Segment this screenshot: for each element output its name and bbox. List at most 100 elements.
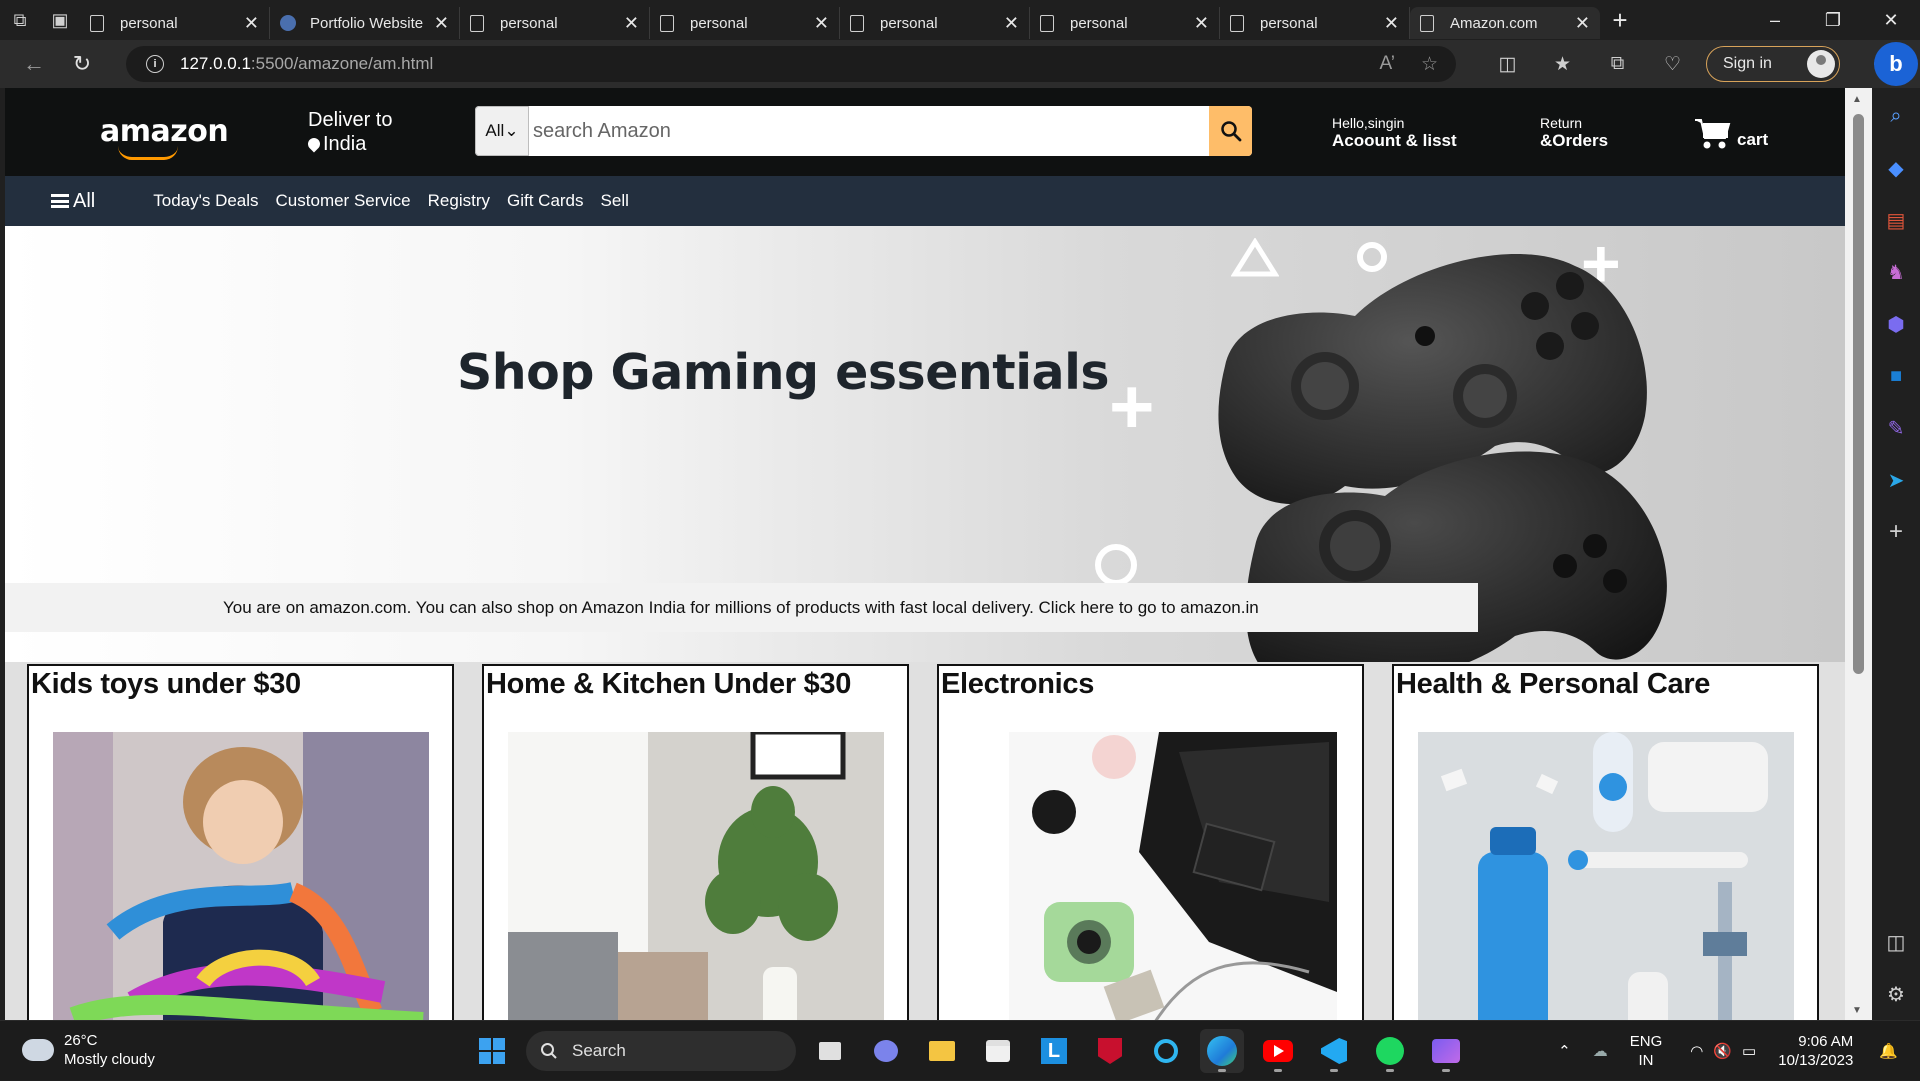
refresh-icon[interactable]: ↻ (58, 44, 106, 84)
clipchamp-icon[interactable] (1424, 1029, 1468, 1073)
scrollbar-thumb[interactable] (1853, 114, 1864, 674)
nav-link-registry[interactable]: Registry (428, 191, 490, 211)
input-language[interactable]: ENG IN (1630, 1032, 1663, 1070)
speaker-muted-icon[interactable]: 🔇 (1713, 1042, 1732, 1060)
settings-gear-icon[interactable]: ⚙ (1872, 968, 1920, 1020)
hero-banner[interactable]: Shop Gaming essentials + + + You ar (5, 226, 1845, 662)
search-button[interactable] (1209, 106, 1252, 156)
scroll-up-icon[interactable]: ▲ (1852, 94, 1862, 105)
restore-button[interactable]: ❐ (1804, 0, 1862, 40)
spotify-icon[interactable] (1368, 1029, 1412, 1073)
all-menu-button[interactable]: All (51, 190, 95, 213)
edge-browser-icon[interactable] (1200, 1029, 1244, 1073)
collections-icon[interactable]: ⧉ (1590, 46, 1645, 82)
browser-tab[interactable]: personal ✕ (840, 7, 1030, 39)
start-button[interactable] (470, 1029, 514, 1073)
locale-notice[interactable]: You are on amazon.com. You can also shop… (5, 583, 1478, 632)
windows-taskbar: 26°C Mostly cloudy Search L ⌃ ☁ ENG IN ◠… (0, 1020, 1920, 1080)
browser-tab[interactable]: Amazon.com ✕ (1410, 7, 1600, 39)
sidebar-search-icon[interactable]: ⌕ (1872, 90, 1920, 142)
cart-link[interactable]: cart (1693, 116, 1768, 150)
category-card-kids-toys[interactable]: Kids toys under $30 (27, 664, 454, 1020)
browser-tab[interactable]: personal ✕ (650, 7, 840, 39)
close-tab-icon[interactable]: ✕ (1575, 13, 1590, 34)
browser-tab[interactable]: personal ✕ (80, 7, 270, 39)
returns-orders-link[interactable]: Return &Orders (1540, 114, 1608, 150)
bing-copilot-icon[interactable]: b (1874, 42, 1918, 86)
split-screen-icon[interactable]: ◫ (1480, 46, 1535, 82)
close-tab-icon[interactable]: ✕ (1194, 13, 1209, 34)
page-scrollbar[interactable]: ▲ ▼ (1845, 88, 1872, 1020)
app-l-icon[interactable]: L (1032, 1029, 1076, 1073)
nav-link-gift-cards[interactable]: Gift Cards (507, 191, 584, 211)
close-tab-icon[interactable]: ✕ (434, 13, 449, 34)
sign-in-button[interactable]: Sign in (1706, 46, 1840, 82)
read-aloud-icon[interactable]: A’ (1379, 53, 1394, 76)
back-icon[interactable]: ← (10, 44, 58, 84)
onedrive-error-icon[interactable]: ☁ (1593, 1042, 1608, 1060)
tab-actions-icon[interactable]: ▣ (40, 0, 80, 40)
search-input[interactable] (529, 106, 1209, 156)
microsoft-store-icon[interactable] (976, 1029, 1020, 1073)
show-hidden-icons-chevron-icon[interactable]: ⌃ (1558, 1042, 1571, 1060)
youtube-icon[interactable] (1256, 1029, 1300, 1073)
games-icon[interactable]: ♞ (1872, 246, 1920, 298)
mcafee-icon[interactable] (1088, 1029, 1132, 1073)
nav-link-sell[interactable]: Sell (601, 191, 629, 211)
amazon-logo[interactable]: amazon (100, 114, 229, 160)
browser-tab[interactable]: personal ✕ (1030, 7, 1220, 39)
wifi-icon[interactable]: ◠ (1690, 1042, 1703, 1060)
browser-toolbar: ← ↻ i 127.0.0.1:5500/amazone/am.html A’ … (0, 40, 1920, 88)
browser-tab[interactable]: personal ✕ (1220, 7, 1410, 39)
card-title: Electronics (941, 668, 1095, 700)
cortana-icon[interactable] (1144, 1029, 1188, 1073)
nav-link-customer-service[interactable]: Customer Service (276, 191, 411, 211)
close-window-button[interactable]: ✕ (1862, 0, 1920, 40)
designer-icon[interactable]: ✎ (1872, 402, 1920, 454)
hide-sidebar-icon[interactable]: ◫ (1872, 916, 1920, 968)
site-info-icon[interactable]: i (146, 55, 164, 73)
scroll-down-icon[interactable]: ▼ (1852, 1005, 1862, 1016)
category-card-home-kitchen[interactable]: Home & Kitchen Under $30 (482, 664, 909, 1020)
browser-tab[interactable]: Portfolio Website ✕ (270, 7, 460, 39)
category-card-electronics[interactable]: Electronics (937, 664, 1364, 1020)
close-tab-icon[interactable]: ✕ (244, 13, 259, 34)
locale-notice-text: You are on amazon.com. You can also shop… (223, 597, 1259, 617)
url-path: :5500/amazone/am.html (250, 54, 434, 73)
search-category-select[interactable]: All ⌄ (475, 106, 529, 156)
close-tab-icon[interactable]: ✕ (1384, 13, 1399, 34)
workspaces-icon[interactable]: ⧉ (0, 0, 40, 40)
weather-widget[interactable]: 26°C Mostly cloudy (16, 1031, 155, 1069)
minimize-button[interactable]: – (1746, 0, 1804, 40)
url-host: 127.0.0.1 (180, 54, 251, 73)
close-tab-icon[interactable]: ✕ (814, 13, 829, 34)
nav-link-todays-deals[interactable]: Today's Deals (153, 191, 258, 211)
battery-icon[interactable]: ▭ (1742, 1042, 1756, 1060)
favorite-star-icon[interactable]: ☆ (1421, 53, 1438, 76)
file-explorer-icon[interactable] (920, 1029, 964, 1073)
new-tab-button[interactable]: + (1600, 0, 1640, 40)
close-tab-icon[interactable]: ✕ (624, 13, 639, 34)
outlook-icon[interactable]: ■ (1872, 350, 1920, 402)
deliver-to[interactable]: Deliver to India (305, 108, 393, 156)
address-bar[interactable]: i 127.0.0.1:5500/amazone/am.html A’ ☆ (126, 46, 1456, 82)
shopping-tag-icon[interactable]: ◆ (1872, 142, 1920, 194)
deliver-line1: Deliver to (308, 109, 393, 131)
browser-essentials-icon[interactable]: ♡ (1645, 46, 1700, 82)
taskbar-search[interactable]: Search (526, 1031, 796, 1071)
account-lists-link[interactable]: Hello,singin Acoount & lisst (1332, 114, 1457, 150)
tools-icon[interactable]: ▤ (1872, 194, 1920, 246)
clock[interactable]: 9:06 AM 10/13/2023 (1778, 1032, 1853, 1070)
favorites-icon[interactable]: ★ (1535, 46, 1590, 82)
teams-chat-icon[interactable] (864, 1029, 908, 1073)
copilot-icon[interactable]: ⬢ (1872, 298, 1920, 350)
browser-tab[interactable]: personal ✕ (460, 7, 650, 39)
task-view-icon[interactable] (808, 1029, 852, 1073)
telegram-icon[interactable]: ➤ (1872, 454, 1920, 506)
notification-bell-icon[interactable]: 🔔 (1879, 1042, 1898, 1060)
tab-label: personal (500, 14, 558, 32)
category-card-health-personal-care[interactable]: Health & Personal Care (1392, 664, 1819, 1020)
add-sidebar-app-icon[interactable]: + (1872, 506, 1920, 558)
close-tab-icon[interactable]: ✕ (1004, 13, 1019, 34)
vscode-icon[interactable] (1312, 1029, 1356, 1073)
